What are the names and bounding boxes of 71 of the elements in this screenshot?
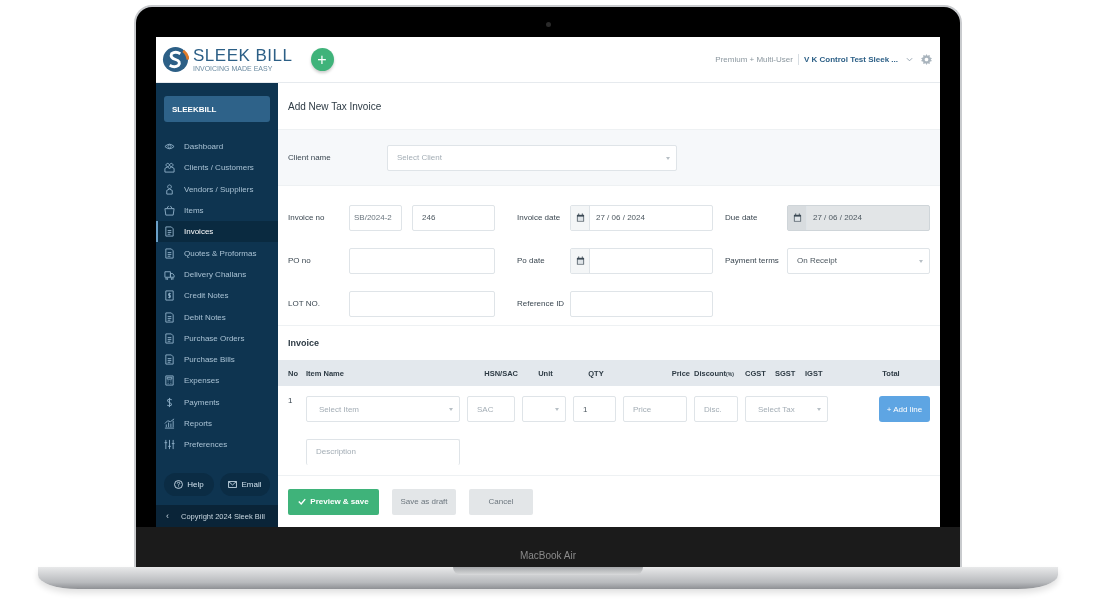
prefix-field[interactable]: SB/2024-2 [349, 204, 402, 231]
sidebar-item[interactable]: Preferences [156, 434, 278, 456]
logo-name: SLEEK BILL [193, 47, 293, 64]
help-button[interactable]: Help [164, 473, 214, 496]
sliders-icon [164, 439, 175, 451]
number-field[interactable]: 246 [412, 204, 495, 231]
sidebar-item[interactable]: Clients / Customers [156, 157, 278, 179]
sidebar-item[interactable]: Credit Notes [156, 285, 278, 307]
input-field[interactable] [570, 290, 713, 317]
input-field[interactable] [349, 290, 495, 317]
sidebar-item[interactable]: Purchase Orders [156, 327, 278, 349]
field-label: Payment terms [725, 256, 780, 265]
envelope-icon [228, 481, 238, 488]
calendar-icon [792, 213, 802, 222]
email-button[interactable]: Email [220, 473, 270, 496]
field-label: Invoice no [288, 213, 326, 222]
account-button[interactable]: SLEEKBILL [164, 96, 270, 122]
sidebar-item[interactable]: Payments [156, 391, 278, 413]
users-icon [164, 162, 175, 174]
sidebar-item[interactable]: Invoices [156, 221, 278, 243]
money-icon [164, 290, 175, 302]
help-icon [174, 480, 184, 489]
sidebar-item[interactable]: Vendors / Suppliers [156, 178, 278, 200]
collapse-button[interactable]: ‹ [166, 511, 169, 521]
action-button[interactable]: Save as draft [392, 488, 456, 515]
input-field[interactable] [349, 247, 495, 274]
field-label: Po date [517, 256, 546, 265]
doc-icon [164, 311, 175, 323]
field-label: Client name [288, 153, 332, 162]
settings-icon[interactable] [921, 54, 932, 65]
camera-icon [546, 22, 551, 27]
calendar-icon [575, 256, 585, 265]
date-field[interactable]: 27 / 06 / 2024 [570, 204, 713, 231]
check-icon [298, 498, 307, 505]
field-label: Reference ID [517, 299, 566, 308]
select-field[interactable]: On Receipt [787, 247, 930, 274]
sidebar-item[interactable]: Dashboard [156, 136, 278, 158]
laptop-model-label: MacBook Air [519, 550, 577, 561]
sidebar-item[interactable]: Expenses [156, 370, 278, 392]
sidebar-item[interactable]: Items [156, 199, 278, 222]
sidebar-item[interactable]: Purchase Bills [156, 348, 278, 371]
sidebar-item[interactable]: Debit Notes [156, 306, 278, 328]
dollar-icon [164, 396, 175, 408]
basket-icon [164, 205, 175, 217]
chart-icon [164, 418, 175, 429]
line-number: 1 [288, 396, 294, 405]
field-label: LOT NO. [288, 299, 321, 308]
truck-icon [164, 268, 175, 280]
unit-select[interactable] [522, 396, 566, 422]
page-title: Add New Tax Invoice [288, 100, 382, 112]
calendar-icon [575, 213, 585, 222]
field-label: Due date [725, 213, 759, 222]
doc-icon [164, 226, 175, 238]
logo-icon [162, 46, 189, 73]
sidebar-item[interactable]: Delivery Challans [156, 263, 278, 286]
field-label: PO no [288, 256, 312, 265]
doc-icon [164, 247, 175, 259]
action-button[interactable]: Cancel [469, 488, 533, 515]
doc-icon [164, 332, 175, 344]
field-label: Invoice date [517, 213, 562, 222]
qty-field[interactable]: 1 [573, 396, 616, 422]
calc-icon [164, 375, 175, 387]
section-title: Invoice [288, 338, 319, 348]
date-field[interactable] [570, 247, 713, 274]
sidebar-item[interactable]: Reports [156, 412, 278, 435]
plan-label: Premium + Multi-User [715, 55, 793, 64]
chevron-down-icon[interactable] [906, 57, 913, 62]
sidebar-item[interactable]: Quotes & Proformas [156, 242, 278, 264]
user-icon [164, 183, 175, 195]
doc-icon [164, 354, 175, 366]
company-menu[interactable]: V K Control Test Sleek ... [803, 55, 898, 64]
